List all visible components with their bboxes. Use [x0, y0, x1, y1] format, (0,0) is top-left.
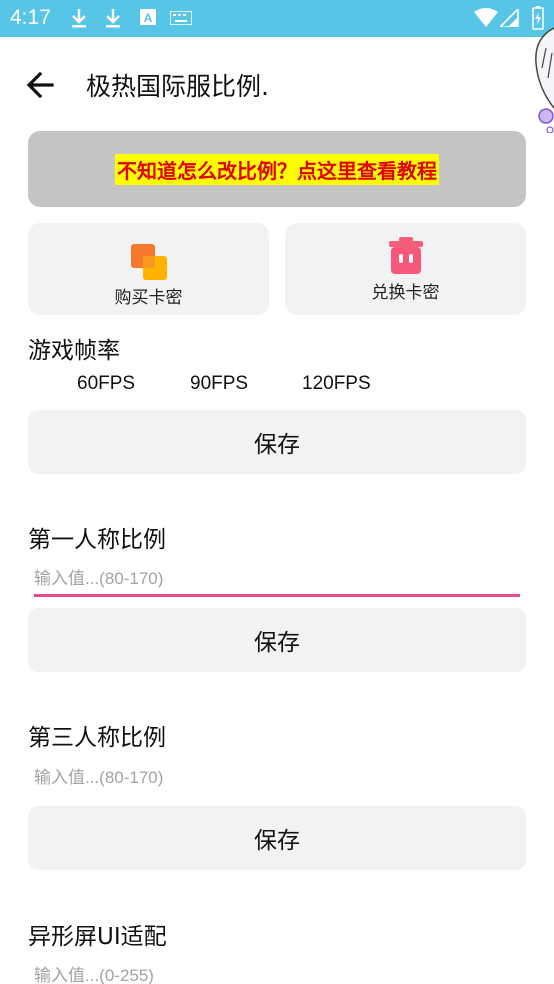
first-person-save-button[interactable]: 保存	[28, 608, 526, 672]
fps-option-120[interactable]: 120FPS	[302, 373, 371, 395]
first-person-input[interactable]	[34, 563, 520, 594]
tutorial-banner-text: 不知道怎么改比例？点这里查看教程	[115, 153, 439, 185]
notch-ui-input[interactable]	[34, 959, 520, 984]
text-a-icon: A	[140, 9, 156, 25]
redeem-card-key-label: 兑换卡密	[371, 283, 440, 303]
fps-section-title: 游戏帧率	[28, 338, 120, 364]
buy-card-key-button[interactable]: 购买卡密	[28, 223, 269, 315]
svg-text:A: A	[144, 11, 153, 25]
back-arrow-icon[interactable]	[22, 65, 62, 105]
third-person-title: 第三人称比例	[28, 725, 166, 751]
signal-icon	[500, 9, 519, 27]
fps-option-60[interactable]: 60FPS	[77, 373, 135, 395]
first-person-title: 第一人称比例	[28, 527, 166, 553]
redeem-card-key-button[interactable]: 兑换卡密	[285, 223, 526, 315]
download-icon	[106, 9, 120, 28]
app-bar: 极热国际服比例.	[0, 37, 554, 132]
orange-squares-icon	[130, 244, 167, 280]
mascot-character-icon	[535, 27, 554, 133]
status-time: 4:17	[10, 6, 51, 29]
notch-ui-field	[34, 959, 520, 984]
buy-card-key-label: 购买卡密	[114, 288, 183, 308]
keyboard-icon	[170, 11, 192, 25]
wifi-icon	[474, 8, 498, 27]
third-person-save-button[interactable]: 保存	[28, 806, 526, 870]
fps-option-90[interactable]: 90FPS	[190, 373, 248, 395]
third-person-field	[34, 761, 520, 795]
notch-ui-title: 异形屏UI适配	[28, 924, 167, 950]
third-person-input[interactable]	[34, 761, 520, 795]
download-icon	[72, 9, 86, 28]
status-bar: 4:17 A	[0, 0, 554, 37]
tutorial-banner[interactable]: 不知道怎么改比例？点这里查看教程	[28, 131, 526, 207]
pink-bin-icon	[388, 237, 423, 274]
fps-options: 60FPS 90FPS 120FPS	[0, 373, 554, 401]
page-title: 极热国际服比例.	[86, 72, 269, 101]
first-person-field	[34, 563, 520, 597]
fps-save-button[interactable]: 保存	[28, 410, 526, 474]
